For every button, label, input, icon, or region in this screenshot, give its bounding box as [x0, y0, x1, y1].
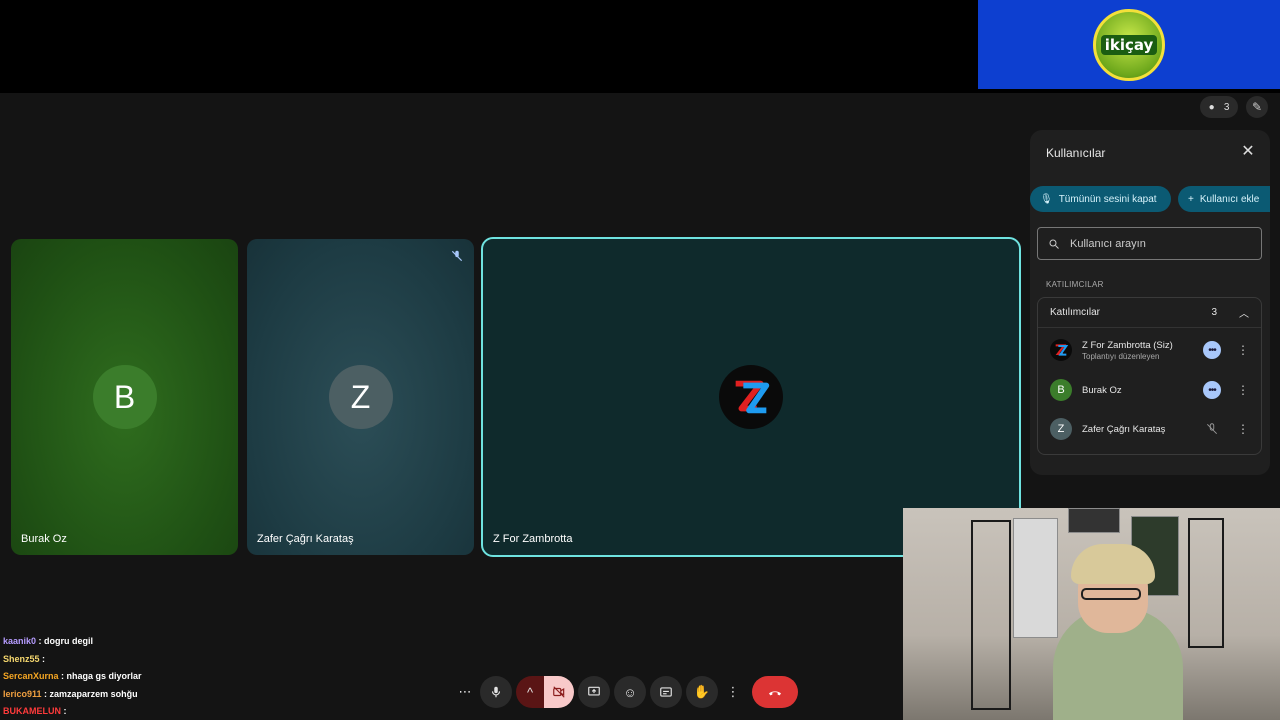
- chat-line: kaanik0 : dogru degil: [3, 633, 243, 651]
- close-icon[interactable]: ✕: [1240, 144, 1256, 160]
- group-label: Katılımcılar: [1050, 307, 1101, 318]
- z-logo-icon: [735, 380, 770, 414]
- mic-off-icon: 🎙: [1040, 193, 1053, 205]
- person-text: Burak Oz: [1082, 385, 1122, 396]
- chat-user: Ierico911: [3, 688, 42, 699]
- chat-line: SercanXurna : nhaga gs diyorlar: [3, 668, 243, 686]
- chat-message: :: [42, 653, 46, 664]
- avatar: B: [1050, 379, 1072, 401]
- shelf: [971, 520, 1011, 710]
- frame: [1068, 508, 1120, 533]
- list-item[interactable]: Z Zafer Çağrı Karataş ⋮: [1038, 411, 1261, 447]
- person-name: Burak Oz: [1082, 384, 1122, 396]
- pen-icon[interactable]: ✎: [1246, 96, 1268, 118]
- z-logo-avatar: [719, 365, 783, 429]
- mute-all-button[interactable]: 🎙 Tümünün sesini kapat: [1030, 186, 1171, 212]
- people-icon: ●: [1208, 101, 1215, 113]
- person-text: Zafer Çağrı Karataş: [1082, 424, 1165, 435]
- chat-message: : dogru degil: [38, 636, 94, 646]
- more-vert-icon[interactable]: ⋮: [1237, 343, 1249, 357]
- participant-tile-burak[interactable]: B Burak Oz: [11, 239, 238, 555]
- participant-tile-zafer[interactable]: Z Zafer Çağrı Karataş: [247, 239, 474, 555]
- raise-hand-icon[interactable]: ✋: [686, 676, 718, 708]
- streamer-hair: [1071, 544, 1155, 584]
- mic-icon[interactable]: [480, 676, 512, 708]
- participant-name: Burak Oz: [21, 533, 67, 545]
- meet-window: ikiçay ● 3 ✎ B Burak Oz Z Zafer Çağrı Ka…: [0, 0, 1280, 720]
- person-role: Toplantıyı düzenleyen: [1082, 351, 1160, 361]
- chat-line: BUKAMELUN :: [3, 703, 243, 720]
- more-options-icon[interactable]: ⋯: [454, 676, 476, 708]
- chat-user: kaanik0: [3, 636, 37, 646]
- participants-group-header[interactable]: Katılımcılar 3 ︿: [1038, 298, 1261, 328]
- streamer-webcam: [903, 508, 1280, 720]
- person-name: Z For Zambrotta (Siz): [1082, 339, 1173, 351]
- chevron-up-icon[interactable]: ︿: [1239, 305, 1249, 320]
- participant-name: Z For Zambrotta: [493, 533, 573, 545]
- shelf: [1188, 518, 1224, 648]
- section-label: KATILIMCILAR: [1046, 280, 1104, 289]
- chat-line: Shenz55 :: [3, 651, 243, 669]
- more-vert-icon[interactable]: ⋮: [722, 676, 744, 708]
- avatar: [1050, 339, 1072, 361]
- sponsor-logo-text: ikiçay: [1100, 34, 1158, 55]
- list-item[interactable]: B Burak Oz ••• ⋮: [1038, 372, 1261, 408]
- poster: [1013, 518, 1058, 638]
- participant-name: Zafer Çağrı Karataş: [257, 533, 354, 545]
- avatar: Z: [328, 365, 393, 429]
- participants-group: Katılımcılar 3 ︿ Z For Zambrotta (Siz) T…: [1037, 297, 1262, 455]
- mute-all-label: Tümünün sesini kapat: [1058, 193, 1157, 205]
- more-vert-icon[interactable]: ⋮: [1237, 383, 1249, 397]
- group-count: 3: [1211, 307, 1217, 318]
- present-screen-icon[interactable]: [578, 676, 610, 708]
- more-vert-icon[interactable]: ⋮: [1237, 422, 1249, 436]
- participants-count-button[interactable]: ● 3: [1200, 96, 1238, 118]
- mic-off-icon: [451, 250, 463, 262]
- person-name: Zafer Çağrı Karataş: [1082, 423, 1166, 435]
- camera-off-icon[interactable]: [544, 676, 574, 708]
- speaking-indicator-icon: •••: [1203, 381, 1221, 399]
- chat-user: BUKAMELUN: [3, 706, 61, 716]
- top-right-icons: ● 3 ✎: [1200, 96, 1268, 118]
- chat-user: Shenz55: [3, 653, 40, 664]
- add-person-icon: +: [1188, 193, 1194, 205]
- mic-off-icon: [1203, 420, 1221, 438]
- z-logo-icon: [1055, 344, 1069, 356]
- people-panel: Kullanıcılar ✕ 🎙 Tümünün sesini kapat + …: [1030, 130, 1270, 475]
- add-user-button[interactable]: + Kullanıcı ekle: [1178, 186, 1270, 212]
- search-icon: [1049, 239, 1059, 249]
- avatar: Z: [1050, 418, 1072, 440]
- end-call-button[interactable]: [752, 676, 798, 708]
- sponsor-logo: ikiçay: [1093, 8, 1165, 81]
- chat-message: : zamzaparzem sohğu: [44, 688, 138, 699]
- streamer-glasses: [1081, 588, 1141, 600]
- chat-message: : nhaga gs diyorlar: [61, 671, 142, 681]
- chat-user: SercanXurna: [3, 671, 59, 681]
- speaking-indicator-icon: •••: [1203, 341, 1221, 359]
- call-controls: ⋯ ^ ☺ ✋ ⋮: [454, 676, 798, 708]
- captions-icon[interactable]: [650, 676, 682, 708]
- sponsor-banner: ikiçay: [978, 0, 1280, 89]
- list-item[interactable]: Z For Zambrotta (Siz) Toplantıyı düzenle…: [1038, 332, 1261, 368]
- person-text: Z For Zambrotta (Siz) Toplantıyı düzenle…: [1082, 340, 1173, 361]
- chat-message: :: [63, 706, 67, 716]
- add-user-label: Kullanıcı ekle: [1199, 193, 1260, 205]
- search-input[interactable]: Kullanıcı arayın: [1037, 227, 1262, 260]
- emoji-icon[interactable]: ☺: [614, 676, 646, 708]
- phone-hangup-icon: [769, 691, 781, 696]
- panel-title: Kullanıcılar: [1046, 146, 1106, 160]
- search-placeholder: Kullanıcı arayın: [1070, 237, 1146, 250]
- chat-line: Ierico911 : zamzaparzem sohğu: [3, 686, 243, 704]
- participants-count: 3: [1223, 101, 1230, 113]
- avatar: B: [92, 365, 157, 429]
- stream-chat-overlay: kaanik0 : dogru degil Shenz55 : SercanXu…: [3, 633, 243, 720]
- chevron-up-icon[interactable]: ^: [516, 676, 544, 708]
